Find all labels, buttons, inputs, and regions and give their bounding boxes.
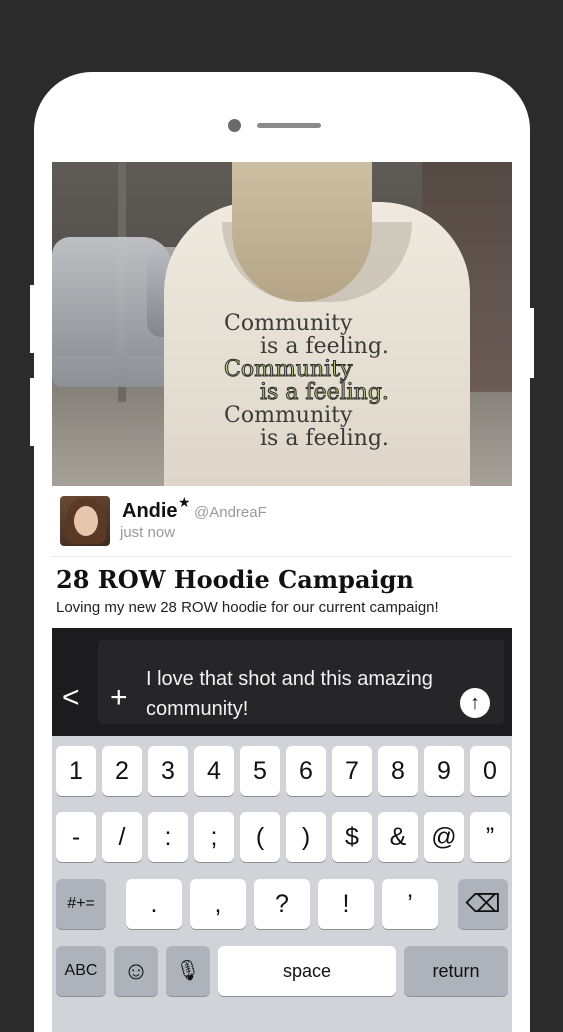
key-comma[interactable]: , xyxy=(190,879,246,929)
chevron-left-icon[interactable]: < xyxy=(62,683,86,714)
key-hyphen[interactable]: - xyxy=(56,812,96,862)
key-at[interactable]: @ xyxy=(424,812,464,862)
comment-composer: < + I love that shot and this amazing co… xyxy=(52,628,512,736)
emoji-icon[interactable]: ☺ xyxy=(114,946,158,996)
key-4[interactable]: 4 xyxy=(194,746,234,796)
slogan-line: is a feeling. xyxy=(260,380,390,405)
comment-input[interactable]: + I love that shot and this amazing comm… xyxy=(98,640,504,724)
key-quote[interactable]: ” xyxy=(470,812,510,862)
key-colon[interactable]: : xyxy=(148,812,188,862)
slogan-line: Community xyxy=(224,357,353,382)
hoodie-slogan: Community is a feeling. Community is a f… xyxy=(224,312,394,450)
backspace-icon[interactable]: ⌫ xyxy=(458,879,508,929)
arrow-up-icon[interactable]: ↑ xyxy=(460,688,490,718)
slogan-line: Community xyxy=(224,311,353,336)
post-timestamp: just now xyxy=(120,524,176,541)
key-5[interactable]: 5 xyxy=(240,746,280,796)
post-title: 28 ROW Hoodie Campaign xyxy=(56,565,414,594)
plus-icon[interactable]: + xyxy=(110,683,128,713)
post-image[interactable]: Community is a feeling. Community is a f… xyxy=(52,162,512,486)
key-space[interactable]: space xyxy=(218,946,396,996)
earpiece-speaker xyxy=(257,123,321,128)
phone-screen: Community is a feeling. Community is a f… xyxy=(34,72,530,1032)
key-3[interactable]: 3 xyxy=(148,746,188,796)
slogan-line: Community xyxy=(224,403,353,428)
avatar[interactable] xyxy=(60,496,110,546)
key-open-paren[interactable]: ( xyxy=(240,812,280,862)
key-semicolon[interactable]: ; xyxy=(194,812,234,862)
keyboard: 1 2 3 4 5 6 7 8 9 0 - / : ; ( ) $ & @ ” … xyxy=(52,736,512,1032)
key-more-symbols[interactable]: #+= xyxy=(56,879,106,929)
key-8[interactable]: 8 xyxy=(378,746,418,796)
key-apostrophe[interactable]: ’ xyxy=(382,879,438,929)
post-body: Loving my new 28 ROW hoodie for our curr… xyxy=(56,599,439,616)
key-slash[interactable]: / xyxy=(102,812,142,862)
key-close-paren[interactable]: ) xyxy=(286,812,326,862)
microphone-icon[interactable]: 🎙 xyxy=(166,946,210,996)
key-2[interactable]: 2 xyxy=(102,746,142,796)
key-9[interactable]: 9 xyxy=(424,746,464,796)
key-ampersand[interactable]: & xyxy=(378,812,418,862)
hair xyxy=(232,162,372,302)
key-7[interactable]: 7 xyxy=(332,746,372,796)
author-name[interactable]: Andie xyxy=(122,500,178,523)
key-period[interactable]: . xyxy=(126,879,182,929)
key-dollar[interactable]: $ xyxy=(332,812,372,862)
slogan-line: is a feeling. xyxy=(260,334,389,359)
avatar-face xyxy=(74,506,98,536)
key-return[interactable]: return xyxy=(404,946,508,996)
post-author: Andie ★ @AndreaF just now xyxy=(52,486,512,557)
slogan-line: is a feeling. xyxy=(260,426,389,451)
key-abc[interactable]: ABC xyxy=(56,946,106,996)
front-camera xyxy=(228,119,241,132)
comment-text[interactable]: I love that shot and this amazing commun… xyxy=(146,664,446,724)
key-0[interactable]: 0 xyxy=(470,746,510,796)
key-1[interactable]: 1 xyxy=(56,746,96,796)
key-6[interactable]: 6 xyxy=(286,746,326,796)
author-handle[interactable]: @AndreaF xyxy=(194,504,267,521)
power-button xyxy=(530,308,534,378)
star-icon: ★ xyxy=(178,494,191,510)
key-question[interactable]: ? xyxy=(254,879,310,929)
key-exclamation[interactable]: ! xyxy=(318,879,374,929)
volume-up-button xyxy=(30,285,34,353)
volume-down-button xyxy=(30,378,34,446)
